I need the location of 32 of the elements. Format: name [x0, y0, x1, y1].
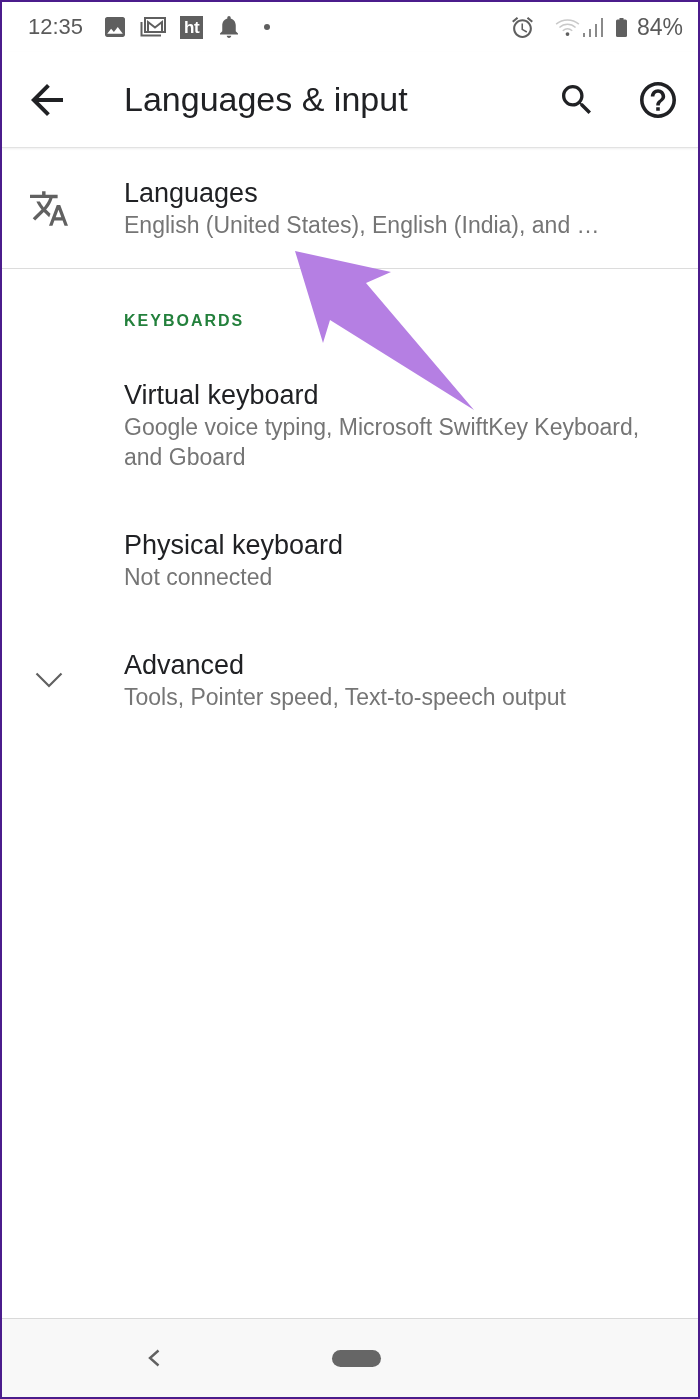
search-button[interactable] [562, 85, 591, 114]
screen-title: Languages & input [124, 80, 408, 119]
battery-icon [615, 17, 627, 37]
setting-title[interactable]: Languages [124, 176, 258, 210]
image-icon [105, 17, 126, 37]
alarm-icon [511, 16, 533, 38]
setting-summary: Google voice typing, Microsoft SwiftKey Keyboard, and Gboard [124, 413, 641, 472]
setting-title[interactable]: Advanced [124, 648, 245, 682]
setting-summary: Tools, Pointer speed, Text-to-speech output [124, 683, 566, 712]
dot-icon [264, 24, 271, 30]
bell-icon [220, 16, 239, 38]
arrow-left-icon [31, 83, 63, 116]
chevron-left-icon [147, 1349, 160, 1367]
home-button[interactable] [332, 1349, 381, 1367]
setting-title[interactable]: Virtual keyboard [124, 378, 319, 412]
section-header: KEYBOARDS [124, 311, 245, 331]
search-icon [562, 85, 591, 114]
help-icon [640, 81, 676, 118]
nav-back-button[interactable] [147, 1349, 160, 1367]
status-time: 12:35 [28, 14, 84, 40]
setting-summary: English (United States), English (India), and … [124, 211, 600, 240]
mail-icon [140, 17, 167, 37]
setting-title[interactable]: Physical keyboard [124, 528, 344, 562]
app-logo: ht [180, 15, 204, 39]
back-button[interactable] [31, 83, 63, 116]
setting-summary: Not connected [124, 563, 273, 592]
signal-icon [582, 17, 603, 37]
wifi-icon [554, 18, 580, 36]
translate-icon [30, 190, 68, 226]
chevron-down-icon[interactable] [35, 672, 63, 688]
help-button[interactable] [640, 81, 676, 118]
battery-percent: 84% [636, 13, 683, 41]
